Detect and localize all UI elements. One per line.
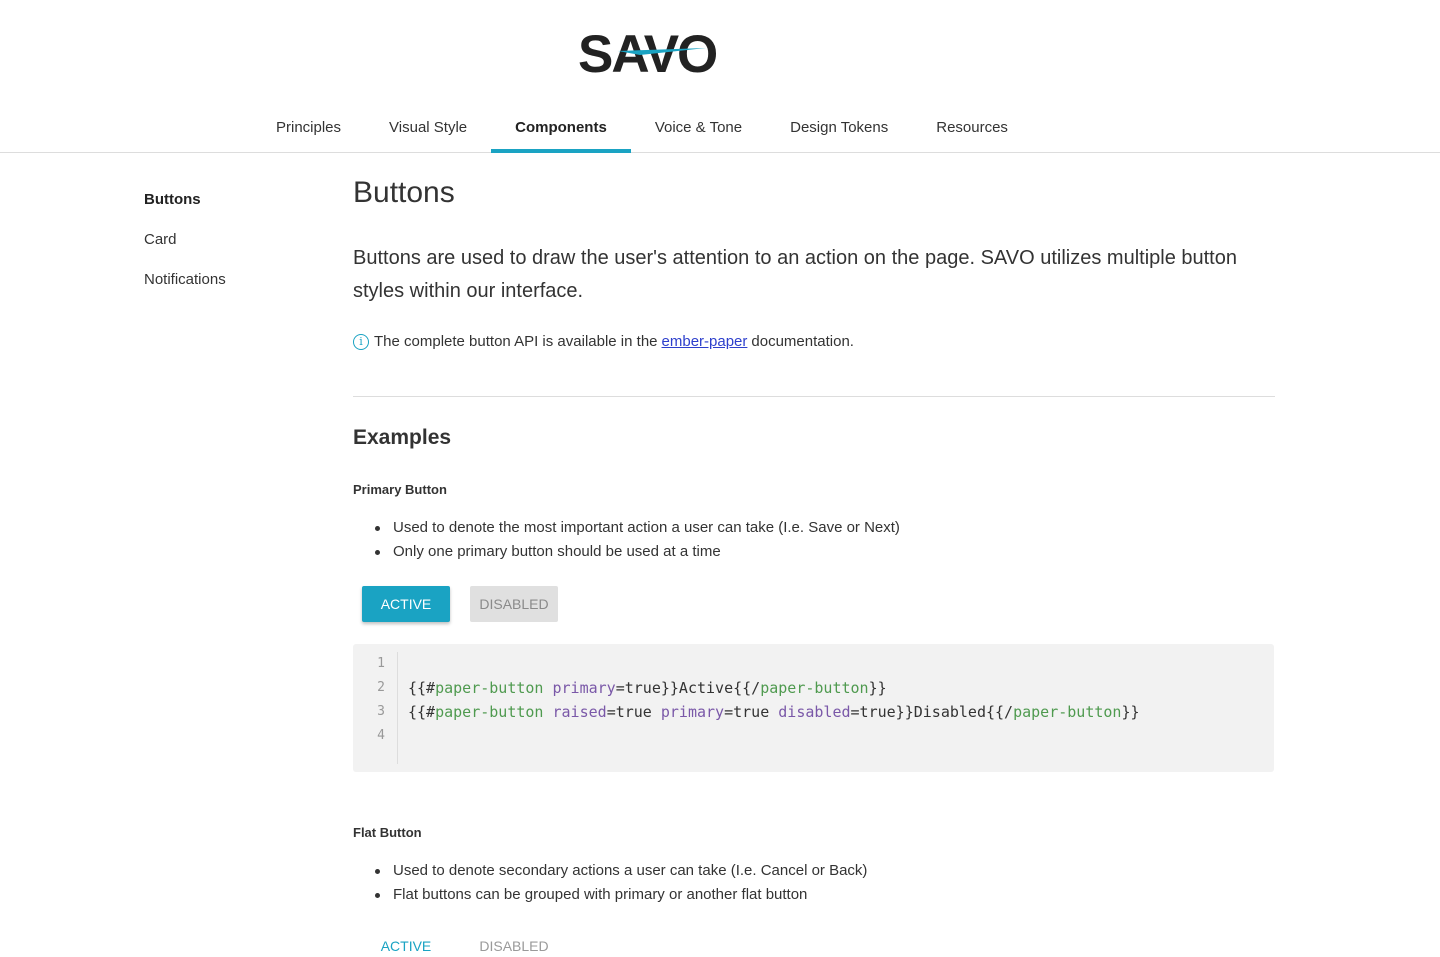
info-text-before: The complete button API is available in …: [374, 333, 658, 350]
savo-logo[interactable]: SAVO: [578, 24, 730, 78]
primary-disabled-button: DISABLED: [470, 586, 558, 622]
info-circle-icon: i: [353, 333, 369, 350]
main-nav: Principles Visual Style Components Voice…: [252, 104, 1032, 153]
code-token: =true}}Disabled{{/: [850, 703, 1014, 721]
flat-disabled-button: DISABLED: [479, 938, 549, 954]
line-number: 2: [377, 680, 385, 695]
api-info-note: i The complete button API is available i…: [353, 333, 854, 350]
line-number: 3: [377, 704, 385, 719]
list-item: Used to denote the most important action…: [375, 516, 900, 540]
code-token: }}: [1121, 703, 1140, 721]
code-line-2: {{#paper-button primary=true}}Active{{/p…: [408, 676, 1140, 700]
site-header: SAVO Principles Visual Style Components …: [0, 0, 1440, 153]
code-token: =true}}Active{{/: [615, 679, 761, 697]
page-title: Buttons: [353, 176, 455, 209]
info-text-after: documentation.: [751, 333, 854, 350]
sidebar-item-card[interactable]: Card: [144, 230, 226, 270]
sidebar-item-buttons[interactable]: Buttons: [144, 190, 226, 230]
sidebar-item-notifications[interactable]: Notifications: [144, 270, 226, 310]
code-token: paper-button: [435, 703, 544, 721]
code-token: disabled: [778, 703, 851, 721]
flat-active-button[interactable]: ACTIVE: [362, 928, 450, 957]
tab-voice-tone[interactable]: Voice & Tone: [631, 104, 766, 153]
line-number: 4: [377, 728, 385, 743]
code-token: primary: [660, 703, 725, 721]
tab-resources[interactable]: Resources: [912, 104, 1032, 153]
list-item: Flat buttons can be grouped with primary…: [374, 883, 867, 907]
code-token: {{#: [408, 703, 436, 721]
line-number: 1: [377, 656, 385, 671]
sidebar: Buttons Card Notifications: [144, 190, 226, 310]
tab-principles[interactable]: Principles: [252, 104, 365, 153]
intro-text: Buttons are used to draw the user's atte…: [353, 247, 1237, 302]
code-line-3: {{#paper-button raised=true primary=true…: [408, 700, 1140, 724]
code-token: }}: [868, 679, 887, 697]
tab-visual-style[interactable]: Visual Style: [365, 104, 491, 153]
tab-design-tokens[interactable]: Design Tokens: [766, 104, 912, 153]
ember-paper-link[interactable]: ember-paper: [662, 333, 748, 350]
examples-heading: Examples: [353, 426, 452, 449]
code-token: =true: [606, 703, 661, 721]
list-item: Used to denote secondary actions a user …: [374, 859, 867, 883]
list-item: Only one primary button should be used a…: [375, 540, 900, 564]
flat-button-bullets: Used to denote secondary actions a user …: [374, 859, 867, 907]
code-lines: {{#paper-button primary=true}}Active{{/p…: [408, 652, 1140, 748]
primary-active-button[interactable]: ACTIVE: [362, 586, 450, 622]
code-token: paper-button: [760, 679, 869, 697]
code-token: paper-button: [435, 679, 544, 697]
primary-button-bullets: Used to denote the most important action…: [375, 516, 900, 564]
code-token: =true: [724, 703, 779, 721]
tab-components[interactable]: Components: [491, 104, 631, 153]
primary-button-heading: Primary Button: [353, 482, 447, 497]
code-token: paper-button: [1013, 703, 1122, 721]
flat-button-heading: Flat Button: [353, 825, 422, 840]
section-divider: [353, 396, 1275, 397]
code-token: primary: [552, 679, 616, 697]
primary-code-block: 1 2 3 4 {{#paper-button primary=true}}Ac…: [353, 644, 1274, 772]
code-line-numbers: 1 2 3 4: [353, 652, 398, 764]
code-token: {{#: [408, 679, 436, 697]
code-token: raised: [552, 703, 607, 721]
